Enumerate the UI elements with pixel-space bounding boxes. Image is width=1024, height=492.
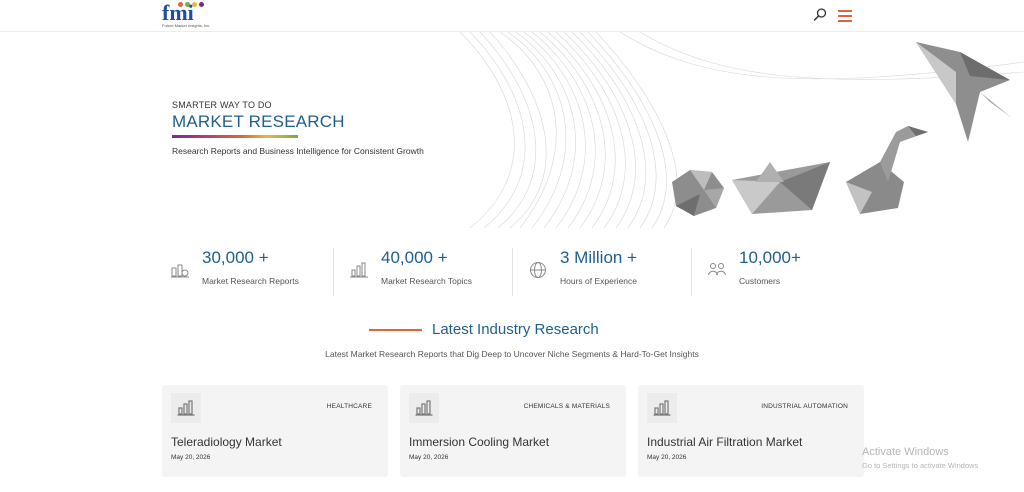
card-category: CHEMICALS & MATERIALS bbox=[523, 403, 610, 410]
search-icon bbox=[813, 8, 827, 21]
latest-section-subtitle: Latest Market Research Reports that Dig … bbox=[325, 349, 699, 359]
paper-crane-image bbox=[916, 42, 1012, 142]
card-date: May 20, 2026 bbox=[409, 454, 449, 461]
stat-label: Market Research Topics bbox=[381, 276, 473, 286]
bar-chart-icon bbox=[350, 262, 368, 278]
paper-boat-image bbox=[732, 162, 830, 214]
hamburger-menu-icon bbox=[838, 10, 852, 12]
card-category: INDUSTRIAL AUTOMATION bbox=[761, 403, 848, 410]
fmi-logo[interactable]: fmi Future Market Insights, Inc. bbox=[162, 0, 212, 30]
stat-value: 3 Million + bbox=[560, 248, 638, 267]
hero-kicker: SMARTER WAY TO DO bbox=[172, 100, 272, 110]
research-card[interactable]: CHEMICALS & MATERIALS Immersion Cooling … bbox=[400, 385, 626, 477]
stat-value: 30,000 + bbox=[202, 248, 269, 267]
stat-hours: 3 Million + Hours of Experience bbox=[520, 246, 696, 298]
card-title[interactable]: Teleradiology Market bbox=[171, 435, 282, 449]
latest-section-title: Latest Industry Research bbox=[432, 321, 599, 338]
stat-divider bbox=[512, 248, 513, 296]
research-card[interactable]: HEALTHCARE Teleradiology Market May 20, … bbox=[162, 385, 388, 477]
reports-chart-icon bbox=[171, 264, 189, 278]
bar-chart-icon bbox=[653, 400, 671, 416]
search-button[interactable] bbox=[812, 7, 828, 23]
section-accent-line bbox=[369, 329, 422, 331]
hero-wave-lines bbox=[459, 32, 1024, 228]
stat-customers: 10,000+ Customers bbox=[699, 246, 875, 298]
stat-value: 10,000+ bbox=[739, 248, 801, 267]
menu-button[interactable] bbox=[837, 8, 853, 24]
card-title[interactable]: Industrial Air Filtration Market bbox=[647, 435, 802, 449]
stat-divider bbox=[691, 248, 692, 296]
site-header: fmi Future Market Insights, Inc. bbox=[0, 0, 1024, 32]
card-icon-box bbox=[647, 393, 677, 423]
card-icon-box bbox=[409, 393, 439, 423]
hero-banner: SMARTER WAY TO DO MARKET RESEARCH Resear… bbox=[0, 32, 1024, 228]
paper-swan-image bbox=[846, 126, 928, 214]
card-title[interactable]: Immersion Cooling Market bbox=[409, 435, 549, 449]
stat-reports: 30,000 + Market Research Reports bbox=[162, 246, 338, 298]
card-icon-box bbox=[171, 393, 201, 423]
customers-icon bbox=[708, 263, 726, 276]
stats-row: 30,000 + Market Research Reports 40,000 … bbox=[162, 246, 862, 298]
crumpled-paper-image bbox=[672, 170, 724, 216]
logo-tagline: Future Market Insights, Inc. bbox=[162, 23, 211, 28]
stat-value: 40,000 + bbox=[381, 248, 448, 267]
globe-icon bbox=[530, 262, 546, 278]
stat-topics: 40,000 + Market Research Topics bbox=[341, 246, 517, 298]
hero-subtitle: Research Reports and Business Intelligen… bbox=[172, 146, 424, 156]
page: fmi Future Market Insights, Inc. SMARTER… bbox=[0, 0, 1024, 492]
stat-label: Hours of Experience bbox=[560, 276, 638, 286]
stat-label: Market Research Reports bbox=[202, 276, 299, 286]
watermark-subtitle: Go to Settings to activate Windows bbox=[862, 461, 979, 470]
activate-windows-watermark: Activate Windows Go to Settings to activ… bbox=[862, 446, 978, 470]
watermark-title: Activate Windows bbox=[862, 446, 949, 458]
card-date: May 20, 2026 bbox=[647, 454, 687, 461]
bar-chart-icon bbox=[415, 400, 433, 416]
card-date: May 20, 2026 bbox=[171, 454, 211, 461]
bar-chart-icon bbox=[177, 400, 195, 416]
hero-gradient-bar bbox=[172, 135, 298, 138]
research-card[interactable]: INDUSTRIAL AUTOMATION Industrial Air Fil… bbox=[638, 385, 864, 477]
hero-title: MARKET RESEARCH bbox=[172, 112, 345, 131]
card-category: HEALTHCARE bbox=[326, 403, 372, 410]
stat-divider bbox=[333, 248, 334, 296]
stat-label: Customers bbox=[739, 276, 781, 286]
